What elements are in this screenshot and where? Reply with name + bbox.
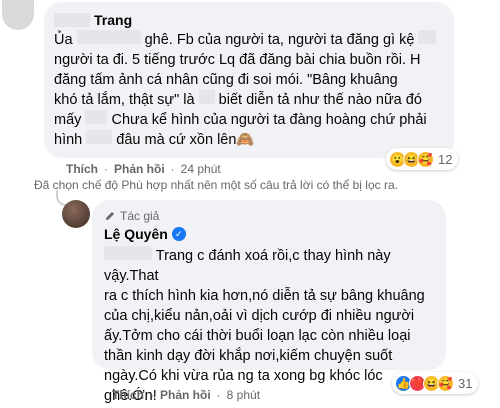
author-role: Tác giả — [104, 208, 434, 224]
comment-time[interactable]: 8 phút — [227, 388, 260, 402]
reply-text: Trang c đánh xoá rồi,c thay hình này vậy… — [104, 246, 434, 406]
pen-icon — [106, 212, 114, 220]
author-name-suffix[interactable]: Trang — [94, 12, 132, 28]
comment-time[interactable]: 24 phút — [181, 162, 221, 176]
reaction-count: 12 — [438, 151, 453, 167]
redacted-word — [418, 30, 437, 44]
text-segment: Ủa — [54, 32, 73, 48]
redacted-word — [76, 30, 141, 44]
text-segment: người ta đi. 5 tiếng trước Lq đã đăng bà… — [54, 52, 421, 68]
separator: · — [150, 388, 154, 402]
reply-button[interactable]: Phản hồi — [114, 162, 165, 176]
comment-bubble: Trang Ủa ghê. Fb của người ta, người ta … — [44, 2, 454, 158]
reply-actions: Thích · Phản hồi · 8 phút — [112, 388, 260, 402]
commenter-avatar[interactable] — [2, 0, 34, 30]
reply-bubble: Tác giả Lệ Quyên ✓ Trang c đánh xoá rồi,… — [92, 200, 446, 404]
text-segment: ấy.Tởm cho cái thời buổi loạn lạc còn nh… — [104, 328, 411, 344]
text-segment: ghê. Fb của người ta, người ta đăng gì k… — [144, 32, 415, 48]
verified-badge-icon: ✓ — [171, 227, 186, 241]
like-button[interactable]: Thích — [112, 388, 144, 402]
comment-text: Ủa ghê. Fb của người ta, người ta đăng g… — [54, 30, 444, 150]
text-segment: ngày.Có khi vừa rủa ng ta xong bg khóc l… — [104, 368, 383, 384]
text-segment: mấy — [54, 112, 82, 128]
reaction-count: 31 — [458, 375, 473, 391]
text-segment: biết diễn tả như thế nào nữa đó — [218, 92, 422, 108]
text-segment: của chị,kiểu nản,oải vì dịch cướp đi nhi… — [104, 308, 415, 324]
redacted-word — [198, 90, 215, 104]
redacted-name — [54, 13, 90, 27]
redacted-word — [85, 110, 108, 124]
text-segment: ra c thích hình kia hơn,nó diễn tả sự bâ… — [104, 288, 425, 304]
redacted-name — [104, 246, 152, 260]
text-segment: đăng tấm ảnh cá nhân cũng đi soi mói. "B… — [54, 72, 398, 88]
text-segment: hình — [54, 132, 83, 148]
reaction-summary[interactable]: 😮 😆 🥰 12 — [386, 148, 459, 170]
filter-note: Đã chọn chế độ Phù hợp nhất nên một số c… — [34, 178, 398, 192]
role-label: Tác giả — [120, 209, 160, 223]
separator: · — [216, 388, 221, 402]
author-name[interactable]: Lệ Quyên — [104, 226, 168, 242]
text-segment: thần kinh dạy đời khắp nơi,kiếm chuyện s… — [104, 348, 393, 364]
like-button[interactable]: Thích — [66, 162, 98, 176]
reply-button[interactable]: Phản hồi — [160, 388, 211, 402]
reaction-summary[interactable]: 👍 ❤️ 😆 🥰 31 — [392, 372, 479, 394]
text-segment: Chưa kể hình của người ta đàng hoàng chứ… — [111, 112, 427, 128]
reply-author[interactable]: Lệ Quyên ✓ — [104, 224, 434, 244]
text-segment: đâu mà cứ xồn lên🙈 — [116, 132, 255, 148]
care-reaction-icon: 🥰 — [417, 150, 434, 168]
separator: · — [104, 162, 108, 176]
separator: · — [170, 162, 175, 176]
author-avatar[interactable] — [62, 200, 90, 228]
comment-actions: Thích · Phản hồi · 24 phút — [66, 162, 221, 176]
care-reaction-icon: 🥰 — [437, 374, 454, 392]
redacted-word — [86, 130, 113, 144]
text-segment: khó tả lắm, thật sự" là — [54, 92, 195, 108]
comment-author[interactable]: Trang — [54, 10, 444, 30]
